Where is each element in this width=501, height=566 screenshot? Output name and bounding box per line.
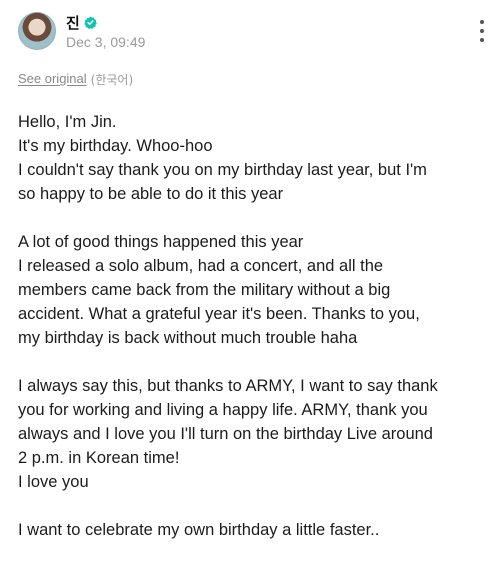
see-original-link[interactable]: See original — [18, 71, 87, 88]
post-line: A lot of good things happened this year — [18, 233, 304, 251]
post-line: I love you — [18, 473, 89, 491]
post-paragraph: I want to celebrate my own birthday a li… — [18, 518, 488, 542]
post-line: so happy to be able to do it this year — [18, 185, 284, 203]
translation-row: See original (한국어) — [18, 71, 133, 88]
post-line: accident. What a grateful year it's been… — [18, 305, 420, 323]
post-line: members came back from the military with… — [18, 281, 391, 299]
post-line: always and I love you I'll turn on the b… — [18, 425, 433, 443]
post-line: I always say this, but thanks to ARMY, I… — [18, 377, 438, 395]
original-language-label: (한국어) — [90, 73, 134, 87]
more-dot — [480, 38, 484, 42]
post-paragraph: Hello, I'm Jin. It's my birthday. Whoo-h… — [18, 110, 488, 206]
verified-badge-icon — [84, 16, 97, 29]
post-line: I couldn't say thank you on my birthday … — [18, 161, 427, 179]
more-dot — [480, 29, 484, 33]
more-dot — [480, 20, 484, 24]
post-line: my birthday is back without much trouble… — [18, 329, 358, 347]
post-paragraph: A lot of good things happened this year … — [18, 230, 488, 350]
post-header: 진 Dec 3, 09:49 — [18, 10, 491, 54]
post-line: It's my birthday. Whoo-hoo — [18, 137, 213, 155]
post-timestamp: Dec 3, 09:49 — [66, 34, 146, 50]
author-avatar[interactable] — [18, 12, 56, 50]
post-line: I released a solo album, had a concert, … — [18, 257, 384, 275]
post-line: I want to celebrate my own birthday a li… — [18, 521, 380, 539]
author-name-row: 진 — [66, 12, 97, 33]
more-vertical-icon[interactable] — [479, 20, 485, 42]
post-paragraph: I always say this, but thanks to ARMY, I… — [18, 374, 488, 494]
post-body: Hello, I'm Jin. It's my birthday. Whoo-h… — [18, 110, 488, 566]
post-line: Hello, I'm Jin. — [18, 113, 117, 131]
post-line: you for working and living a happy life.… — [18, 401, 428, 419]
post-line: 2 p.m. in Korean time! — [18, 449, 180, 467]
author-name[interactable]: 진 — [66, 12, 80, 33]
